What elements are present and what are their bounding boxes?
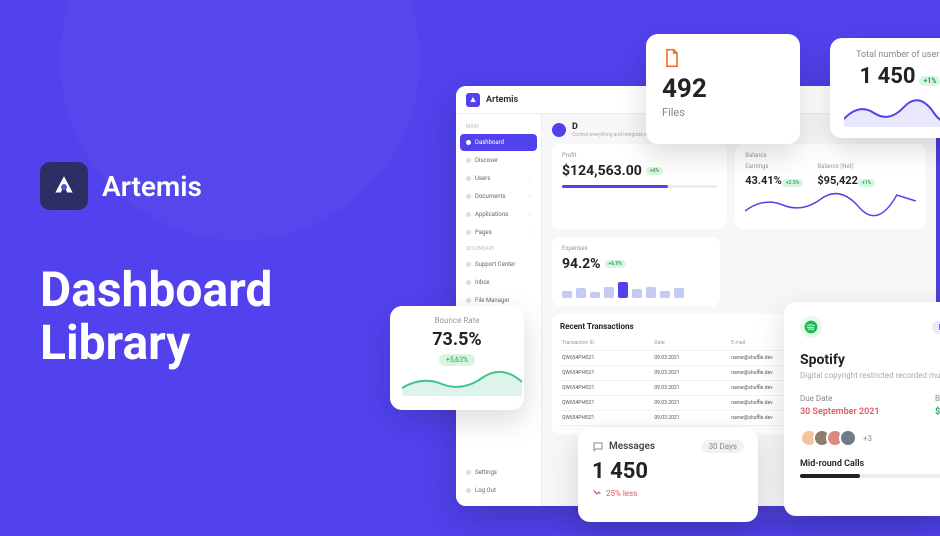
sidebar-item-inbox[interactable]: Inbox	[460, 274, 537, 291]
expenses-bars	[562, 276, 710, 298]
avatar-more[interactable]: +3	[863, 434, 872, 443]
sidebar-item-settings[interactable]: Settings	[460, 464, 537, 481]
file-icon	[662, 48, 682, 68]
due-date-label: Due Date	[800, 394, 880, 403]
spotify-progress	[800, 474, 940, 478]
sidebar-item-users[interactable]: Users	[460, 170, 537, 187]
spotify-logo-icon	[800, 316, 822, 338]
brand-logo-row: Artemis	[40, 162, 272, 210]
messages-trend-text: 25% less	[606, 489, 637, 498]
users-card[interactable]: Total number of users 1 450+1%	[830, 38, 940, 138]
profit-panel[interactable]: Profit $124,563.00 +6%	[552, 144, 727, 229]
messages-title: Messages	[592, 441, 655, 453]
budget-label: Budget	[935, 394, 940, 403]
sidebar-item-support[interactable]: Support Center	[460, 256, 537, 273]
due-date-value: 30 September 2021	[800, 407, 880, 417]
messages-period[interactable]: 30 Days	[702, 440, 744, 453]
spotify-section-title: Mid-round Calls	[800, 459, 940, 469]
expenses-value: 94.2%	[562, 256, 601, 272]
message-icon	[592, 441, 604, 453]
earnings-change-badge: +2.5%	[782, 179, 804, 187]
hero-title-line1: Dashboard	[40, 261, 272, 318]
sidebar-item-label: Inbox	[475, 279, 490, 286]
sidebar-item-logout[interactable]: Log Out	[460, 482, 537, 499]
hero-title: Dashboard Library	[40, 264, 272, 370]
files-count: 492	[662, 74, 784, 104]
sidebar-item-label: Support Center	[475, 261, 515, 268]
profit-progress	[562, 185, 717, 188]
netbal-value: $95,422	[817, 174, 858, 187]
balance-line-chart	[745, 187, 916, 221]
dashboard-brand: Artemis	[486, 95, 518, 105]
spotify-card[interactable]: In Progress Spotify Digital copyright re…	[784, 302, 940, 516]
expenses-panel[interactable]: Expenses 94.2% +6.9%	[552, 237, 720, 306]
messages-value: 1 450	[592, 459, 744, 484]
avatar[interactable]	[839, 429, 857, 447]
netbal-change-badge: +1%	[858, 179, 875, 187]
expenses-label: Expenses	[562, 245, 710, 252]
sidebar-item-applications[interactable]: Applications	[460, 206, 537, 223]
sidebar-item-label: File Manager	[475, 297, 510, 304]
sidebar-item-dashboard[interactable]: Dashboard	[460, 134, 537, 151]
brand-name: Artemis	[102, 170, 202, 203]
sidebar-item-pages[interactable]: Pages	[460, 224, 537, 241]
sidebar-section-secondary: Secondary	[460, 242, 537, 256]
bounce-change-badge: +5,63%	[439, 354, 475, 366]
spotify-status-badge: In Progress	[932, 321, 940, 334]
messages-trend: 25% less	[592, 488, 744, 498]
budget-value: $650,950.00	[935, 407, 940, 417]
col-date: Date	[654, 340, 731, 346]
sidebar-item-label: Dashboard	[475, 139, 504, 146]
files-card[interactable]: 492 Files	[646, 34, 800, 144]
balance-panel[interactable]: Balance Earnings 43.41%+2.5% Balance (Ne…	[735, 144, 926, 229]
bounce-card[interactable]: Bounce Rate 73.5% +5,63%	[390, 306, 524, 410]
users-change-badge: +1%	[919, 76, 940, 86]
sidebar-item-documents[interactable]: Documents	[460, 188, 537, 205]
sidebar-item-label: Settings	[475, 469, 497, 476]
bounce-sparkline	[402, 370, 522, 396]
hero-title-line2: Library	[40, 314, 190, 371]
avatar-group: +3	[800, 429, 940, 447]
messages-card[interactable]: Messages 30 Days 1 450 25% less	[578, 428, 758, 522]
spotify-desc: Digital copyright restricted recorded mu…	[800, 371, 940, 380]
balance-label: Balance	[745, 152, 916, 159]
profit-label: Profit	[562, 152, 717, 159]
files-label: Files	[662, 106, 784, 119]
bounce-label: Bounce Rate	[402, 316, 512, 325]
messages-title-text: Messages	[609, 441, 655, 452]
trend-down-icon	[592, 488, 602, 498]
dashboard-logo-icon	[466, 93, 480, 107]
sidebar-item-label: Documents	[475, 193, 506, 200]
sidebar-item-label: Applications	[475, 211, 508, 218]
sidebar-section-main: Main	[460, 120, 537, 134]
profit-change-badge: +6%	[646, 167, 663, 175]
expenses-change-badge: +6.9%	[605, 260, 627, 268]
sidebar-item-discover[interactable]: Discover	[460, 152, 537, 169]
users-value: 1 450	[860, 64, 916, 89]
sidebar-item-label: Users	[475, 175, 490, 182]
earnings-value: 43.41%	[745, 174, 782, 187]
profit-value: $124,563.00	[562, 163, 642, 179]
users-sparkline	[844, 93, 940, 127]
sidebar-item-label: Pages	[475, 229, 492, 236]
users-count: 1 450+1%	[844, 64, 940, 89]
col-id: Transaction ID	[562, 340, 654, 346]
earnings-label: Earnings	[745, 163, 803, 170]
dashboard-icon	[552, 123, 566, 137]
bounce-value: 73.5%	[402, 329, 512, 350]
sidebar-item-label: Discover	[475, 157, 498, 164]
netbal-label: Balance (Net)	[817, 163, 875, 170]
sidebar-item-label: Log Out	[475, 487, 496, 494]
brand-logo-icon	[40, 162, 88, 210]
users-label: Total number of users	[844, 50, 940, 60]
spotify-name: Spotify	[800, 352, 940, 368]
